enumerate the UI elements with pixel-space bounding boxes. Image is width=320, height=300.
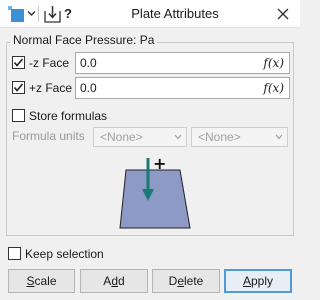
apply-label: pply — [251, 274, 274, 288]
plus-sign: + — [153, 156, 166, 173]
delete-accel: e — [177, 274, 184, 288]
pos-z-face-field[interactable]: 0.0 f(x) — [75, 77, 290, 99]
chevron-down-icon — [174, 134, 182, 140]
title-bar: ? Plate Attributes — [0, 0, 300, 28]
help-icon[interactable]: ? — [64, 6, 76, 22]
plate-pressure-diagram: + — [119, 156, 191, 229]
formula-units-value-1: <None> — [100, 130, 143, 144]
chevron-down-icon[interactable] — [27, 10, 36, 17]
apply-button[interactable]: Apply — [224, 269, 292, 293]
scale-label: cale — [34, 274, 57, 288]
add-button[interactable]: Add — [80, 269, 148, 293]
formula-units-label: Formula units — [12, 129, 85, 143]
pos-z-function-button[interactable]: f(x) — [263, 81, 284, 95]
store-formulas-checkbox[interactable] — [12, 109, 25, 122]
checkmark-icon — [13, 83, 24, 92]
scale-button[interactable]: Scale — [8, 269, 75, 293]
delete-label-pre: D — [168, 274, 178, 288]
pos-z-face-value: 0.0 — [80, 81, 97, 95]
chevron-down-icon — [275, 134, 283, 140]
formula-units-value-2: <None> — [198, 130, 241, 144]
neg-z-function-button[interactable]: f(x) — [263, 56, 284, 70]
scale-accel: S — [26, 274, 35, 288]
pos-z-face-checkbox[interactable] — [12, 81, 25, 94]
pos-z-face-label: +z Face — [29, 81, 73, 95]
checkmark-icon — [13, 58, 24, 67]
delete-button[interactable]: Delete — [152, 269, 220, 293]
add-accel: d — [111, 274, 118, 288]
toolbar-separator — [38, 6, 39, 22]
plate-style-icon[interactable] — [8, 6, 25, 23]
keep-selection-label: Keep selection — [25, 247, 104, 261]
close-icon[interactable] — [274, 5, 292, 23]
neg-z-face-value: 0.0 — [80, 56, 97, 70]
window-title: Plate Attributes — [131, 6, 219, 21]
formula-units-select-1[interactable]: <None> — [93, 127, 187, 147]
neg-z-face-checkbox[interactable] — [12, 56, 25, 69]
plate-shape — [119, 169, 191, 229]
import-icon[interactable] — [44, 5, 61, 23]
group-title: Normal Face Pressure: Pa — [10, 33, 158, 47]
neg-z-face-field[interactable]: 0.0 f(x) — [75, 52, 290, 74]
add-label: d — [118, 274, 125, 288]
store-formulas-label: Store formulas — [29, 109, 108, 123]
formula-units-select-2[interactable]: <None> — [191, 127, 288, 147]
keep-selection-checkbox[interactable] — [8, 247, 21, 260]
delete-label: lete — [184, 274, 204, 288]
apply-accel: A — [242, 274, 251, 288]
neg-z-face-label: -z Face — [29, 56, 70, 70]
